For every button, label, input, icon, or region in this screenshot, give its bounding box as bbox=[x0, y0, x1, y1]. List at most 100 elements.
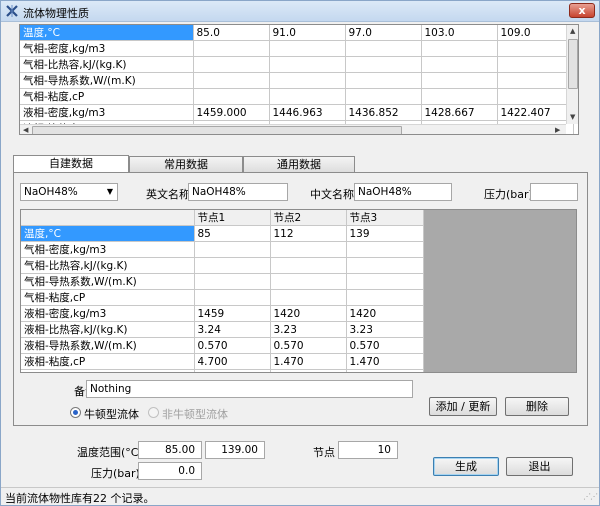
table-cell[interactable]: 85 bbox=[194, 225, 271, 242]
table-row[interactable]: 温度,°C 85.0 91.0 97.0 103.0 109.0 bbox=[20, 25, 578, 41]
table-cell[interactable]: 85.0 bbox=[193, 25, 270, 41]
row-label[interactable]: 温度,°C bbox=[21, 225, 195, 242]
nodes-field[interactable]: 10 bbox=[338, 441, 398, 459]
table-cell[interactable]: 1420 bbox=[346, 305, 424, 322]
table-row[interactable]: 液相-导热系数,W/(m.K) 0.570 0.570 0.570 bbox=[21, 337, 424, 354]
exit-button[interactable]: 退出 bbox=[506, 457, 573, 476]
row-label[interactable]: 气相-粘度,cP bbox=[20, 88, 194, 105]
add-update-button[interactable]: 添加 / 更新 bbox=[429, 397, 497, 416]
table-cell[interactable] bbox=[346, 257, 424, 274]
table-cell[interactable] bbox=[497, 56, 574, 73]
table-cell[interactable] bbox=[270, 257, 347, 274]
table-cell[interactable] bbox=[194, 369, 271, 372]
table-row[interactable]: 气相-密度,kg/m3 bbox=[20, 40, 578, 57]
table-cell[interactable] bbox=[345, 40, 422, 57]
table-row[interactable]: 液相-粘度,cP 4.700 1.470 1.470 bbox=[21, 353, 424, 370]
row-label[interactable]: 液相-粘度,cP bbox=[21, 353, 195, 370]
table-cell[interactable]: 0.570 bbox=[346, 337, 424, 354]
table-row[interactable]: 气相-粘度,cP bbox=[20, 88, 578, 105]
table-cell[interactable]: 1436.852 bbox=[345, 104, 422, 121]
table-cell[interactable]: 3.24 bbox=[194, 321, 271, 338]
table-cell[interactable] bbox=[194, 273, 271, 290]
table-cell[interactable] bbox=[346, 241, 424, 258]
table-cell[interactable] bbox=[270, 241, 347, 258]
table-cell[interactable]: 109.0 bbox=[497, 25, 574, 41]
row-label[interactable]: 液相-导热系数,W/(m.K) bbox=[21, 337, 195, 354]
table-cell[interactable]: 103.0 bbox=[421, 25, 498, 41]
table-cell[interactable]: 1446.963 bbox=[269, 104, 346, 121]
table-row[interactable]: 液相-密度,kg/m3 1459.000 1446.963 1436.852 1428.… bbox=[20, 104, 578, 121]
table-cell[interactable] bbox=[194, 289, 271, 306]
row-label[interactable]: 气相-导热系数,W/(m.K) bbox=[20, 72, 194, 89]
table-cell[interactable] bbox=[193, 88, 270, 105]
table-cell[interactable] bbox=[193, 72, 270, 89]
vertical-scrollbar[interactable]: ▲ ▼ bbox=[566, 25, 578, 124]
table-cell[interactable] bbox=[269, 88, 346, 105]
table-cell[interactable]: 4.700 bbox=[194, 353, 271, 370]
scroll-thumb[interactable] bbox=[32, 126, 402, 134]
horizontal-scrollbar[interactable]: ◀ ▶ bbox=[20, 124, 566, 134]
tab-common-data[interactable]: 常用数据 bbox=[129, 156, 243, 173]
table-row[interactable]: 气相-导热系数,W/(m.K) bbox=[20, 72, 578, 89]
table-cell[interactable]: 0.570 bbox=[194, 337, 271, 354]
fluid-select[interactable]: NaOH48% ▼ bbox=[20, 183, 118, 201]
table-cell[interactable] bbox=[345, 88, 422, 105]
scroll-thumb[interactable] bbox=[568, 39, 578, 89]
pressure-field[interactable] bbox=[530, 183, 578, 201]
table-cell[interactable] bbox=[345, 56, 422, 73]
table-cell[interactable]: 97.0 bbox=[345, 25, 422, 41]
table-cell[interactable]: 91.0 bbox=[269, 25, 346, 41]
table-cell[interactable] bbox=[345, 72, 422, 89]
remark-field[interactable]: Nothing bbox=[86, 380, 413, 398]
table-cell[interactable] bbox=[270, 289, 347, 306]
table-cell[interactable]: 112 bbox=[270, 225, 347, 242]
table-cell[interactable] bbox=[269, 40, 346, 57]
table-cell[interactable] bbox=[421, 88, 498, 105]
table-cell[interactable]: 1459.000 bbox=[193, 104, 270, 121]
table-row[interactable]: 液相-比热容,kJ/(kg.K) 3.24 3.23 3.23 bbox=[21, 321, 424, 338]
tab-general-data[interactable]: 通用数据 bbox=[243, 156, 355, 173]
bottom-pressure-field[interactable]: 0.0 bbox=[138, 462, 202, 480]
table-cell[interactable]: 3.23 bbox=[346, 321, 424, 338]
row-label[interactable]: 温度,°C bbox=[20, 25, 194, 41]
row-label[interactable]: 气相-比热容,kJ/(kg.K) bbox=[21, 257, 195, 274]
row-label[interactable]: 液相-密度,kg/m3 bbox=[21, 305, 195, 322]
table-cell[interactable] bbox=[269, 56, 346, 73]
table-row[interactable]: 气相-粘度,cP bbox=[21, 289, 424, 306]
table-cell[interactable] bbox=[346, 273, 424, 290]
row-label[interactable]: 气相-比热容,kJ/(kg.K) bbox=[20, 56, 194, 73]
cn-name-field[interactable]: NaOH48% bbox=[354, 183, 452, 201]
temp-to-field[interactable]: 139.00 bbox=[205, 441, 265, 459]
table-cell[interactable] bbox=[421, 56, 498, 73]
table-cell[interactable] bbox=[194, 241, 271, 258]
table-cell[interactable]: 1420 bbox=[270, 305, 347, 322]
close-button[interactable]: x bbox=[569, 3, 595, 18]
en-name-field[interactable]: NaOH48% bbox=[188, 183, 288, 201]
table-cell[interactable]: 1428.667 bbox=[421, 104, 498, 121]
table-cell[interactable] bbox=[497, 40, 574, 57]
row-label[interactable]: 液相-密度,kg/m3 bbox=[20, 104, 194, 121]
radio-non-newtonian[interactable] bbox=[148, 407, 159, 418]
delete-button[interactable]: 删除 bbox=[505, 397, 569, 416]
table-cell[interactable] bbox=[270, 273, 347, 290]
table-cell[interactable] bbox=[497, 72, 574, 89]
table-cell[interactable]: 1.470 bbox=[270, 353, 347, 370]
tab-custom-data[interactable]: 自建数据 bbox=[13, 155, 129, 173]
table-cell[interactable] bbox=[497, 88, 574, 105]
table-row[interactable]: 液相-密度,kg/m3 1459 1420 1420 bbox=[21, 305, 424, 322]
table-row[interactable]: 气相-比热容,kJ/(kg.K) bbox=[20, 56, 578, 73]
table-cell[interactable]: 1459 bbox=[194, 305, 271, 322]
table-cell[interactable]: 0.570 bbox=[270, 337, 347, 354]
temp-from-field[interactable]: 85.00 bbox=[138, 441, 202, 459]
row-label[interactable]: 气相-密度,kg/m3 bbox=[21, 241, 195, 258]
radio-non-newtonian-label[interactable]: 非牛顿型流体 bbox=[162, 406, 228, 422]
table-cell[interactable] bbox=[421, 40, 498, 57]
row-label[interactable]: 气相-粘度,cP bbox=[21, 289, 195, 306]
table-cell[interactable] bbox=[270, 369, 347, 372]
row-label[interactable]: 汽化热,KJ/Kg bbox=[21, 369, 195, 372]
row-label[interactable]: 液相-比热容,kJ/(kg.K) bbox=[21, 321, 195, 338]
table-cell[interactable] bbox=[193, 40, 270, 57]
table-cell[interactable] bbox=[269, 72, 346, 89]
radio-newtonian[interactable] bbox=[70, 407, 81, 418]
row-label[interactable]: 气相-导热系数,W/(m.K) bbox=[21, 273, 195, 290]
